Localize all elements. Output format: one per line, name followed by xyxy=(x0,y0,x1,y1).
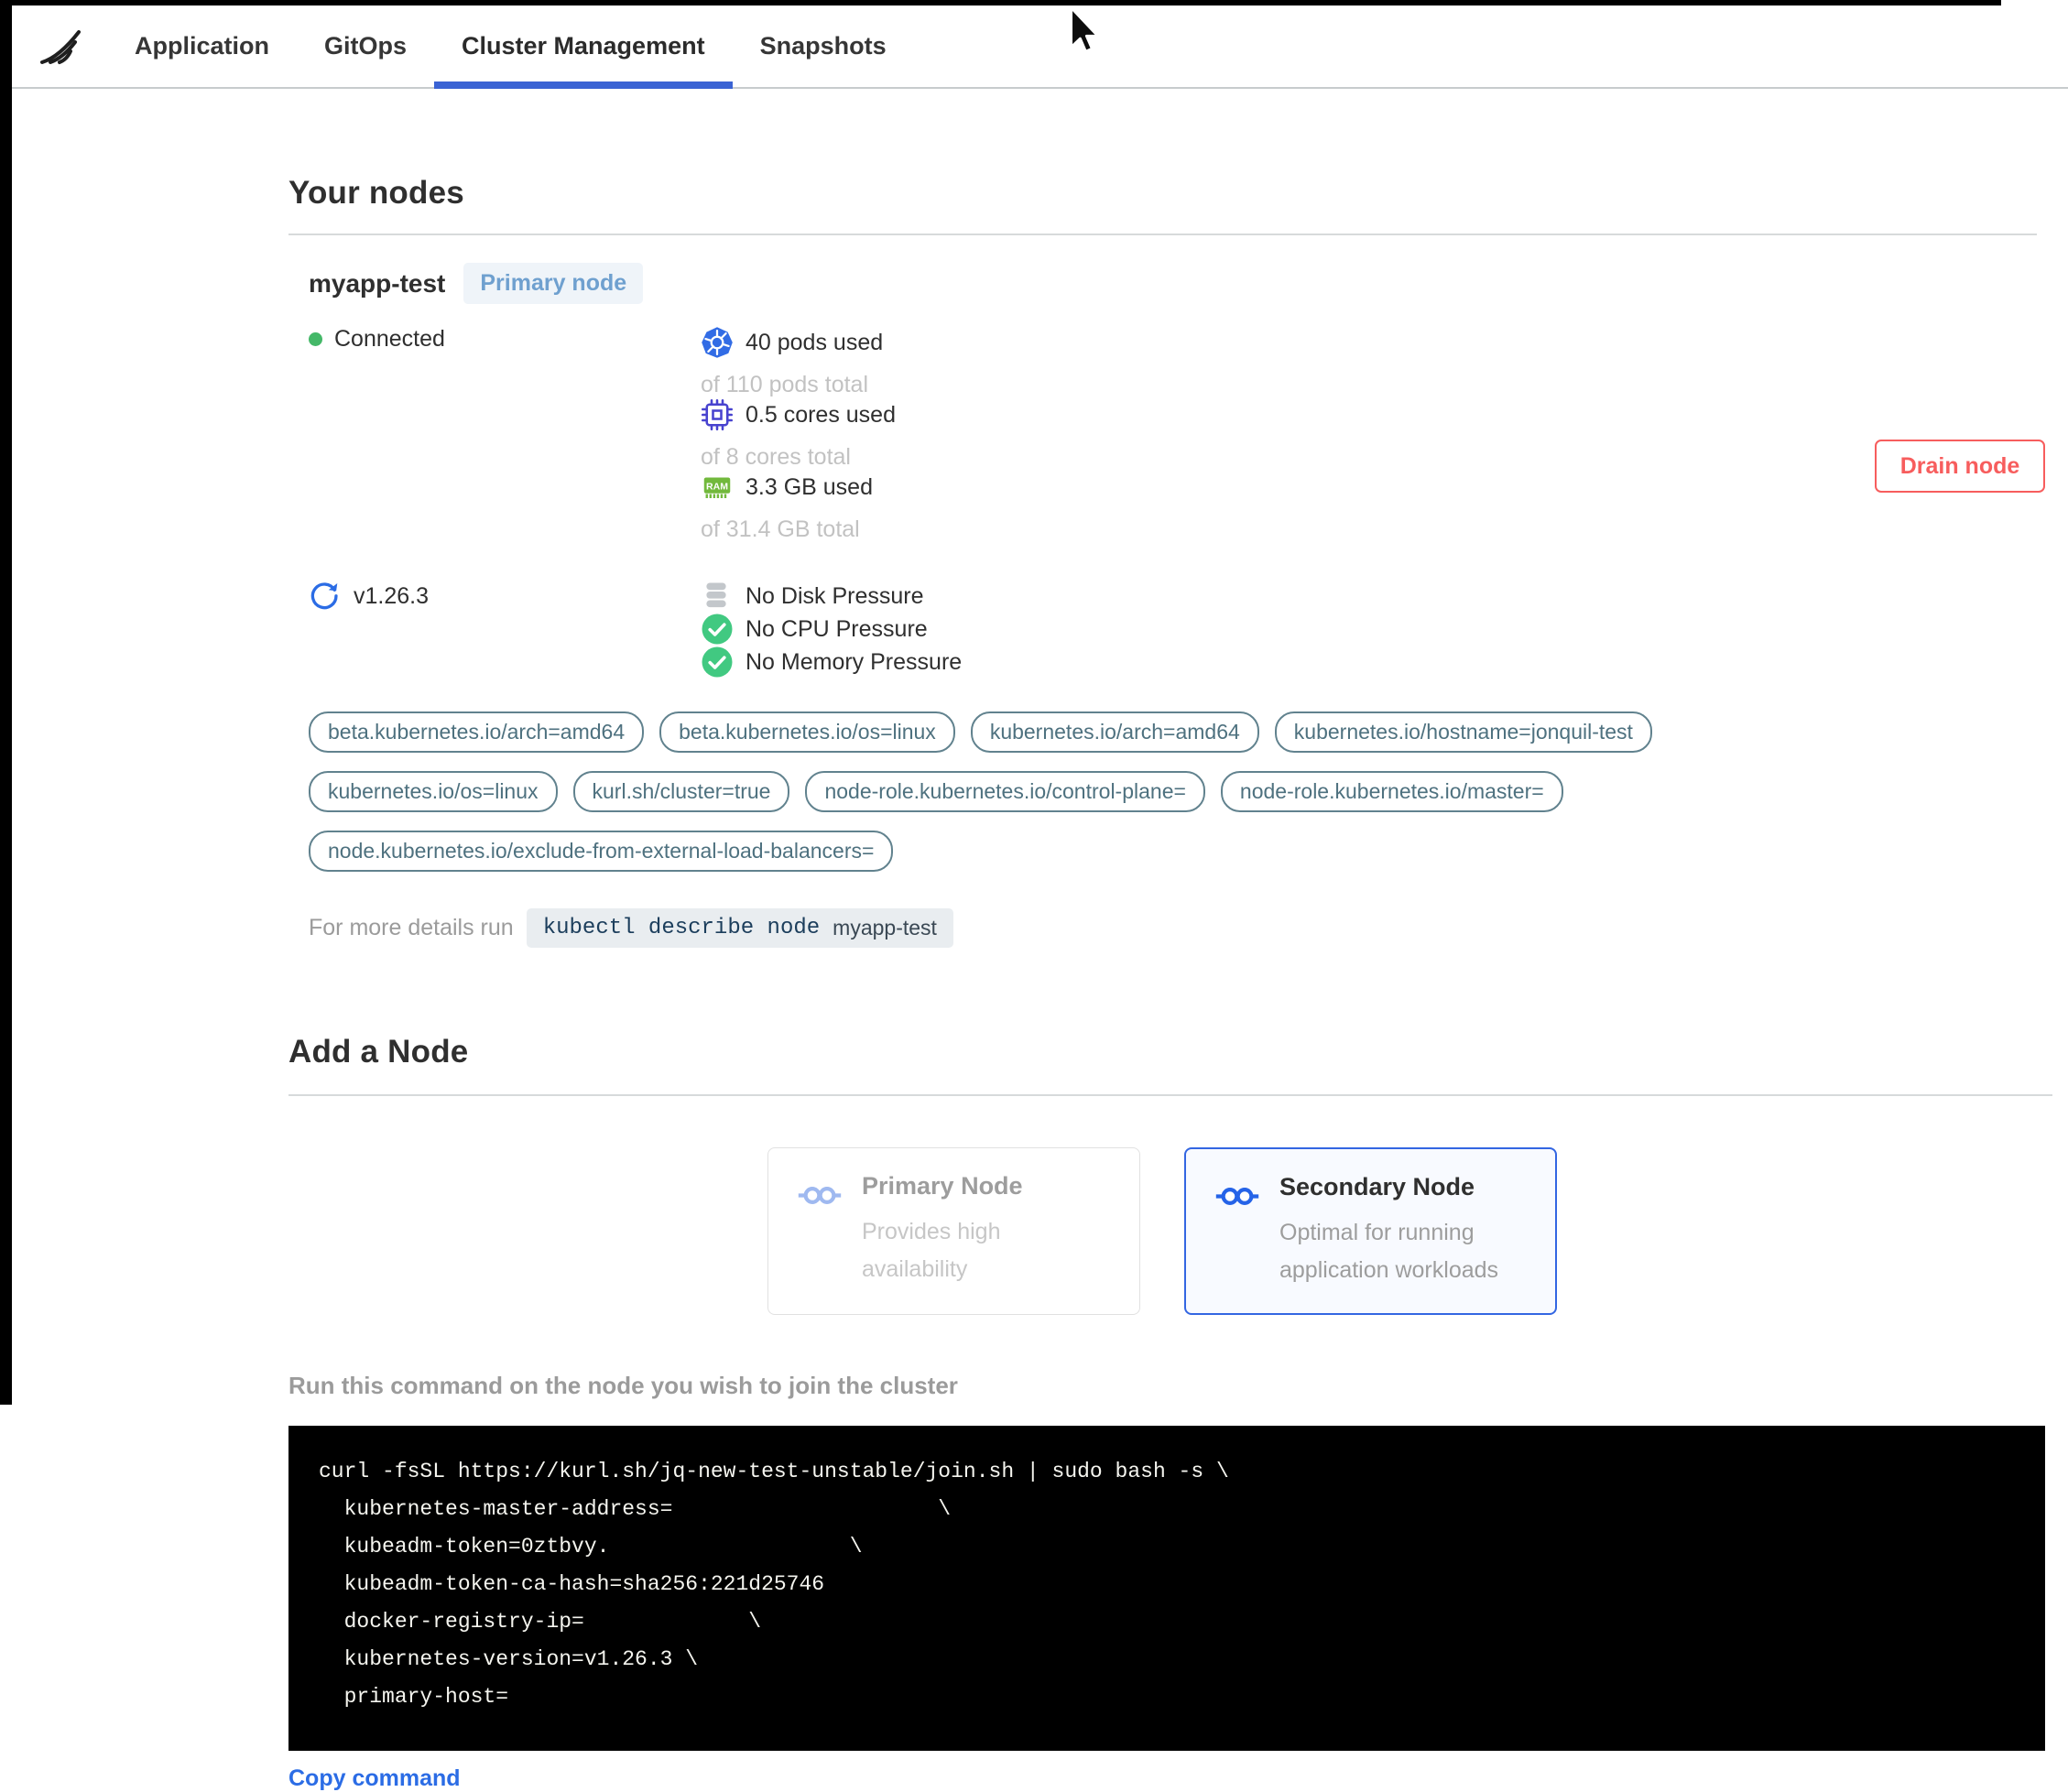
node-type-title: Primary Node xyxy=(862,1172,1023,1200)
window-top-edge xyxy=(0,0,2001,5)
usage-total: of 31.4 GB total xyxy=(701,516,860,542)
node-label-pill: node.kubernetes.io/exclude-from-external… xyxy=(309,831,894,872)
condition-label: No Memory Pressure xyxy=(746,648,963,675)
kubectl-command-chip: kubectl describe node myapp-test xyxy=(526,908,953,948)
node-type-description: Optimal for running application workload… xyxy=(1279,1220,1499,1283)
usage-stat: RAM 3.3 GB used of 31.4 GB total xyxy=(701,471,1090,543)
node-name: myapp-test xyxy=(309,268,446,298)
node-condition: No Memory Pressure xyxy=(701,646,1090,679)
usage-value: 40 pods used xyxy=(746,329,884,355)
kubernetes-icon xyxy=(701,326,734,359)
disk-icon xyxy=(701,580,734,613)
node-usage-stats: 40 pods used of 110 pods total 0.5 cores… xyxy=(701,326,1090,543)
replicated-logo-icon xyxy=(38,22,87,71)
node-version: v1.26.3 xyxy=(309,580,701,679)
node-label-pill: beta.kubernetes.io/arch=amd64 xyxy=(309,711,645,753)
nav-tab-snapshots[interactable]: Snapshots xyxy=(733,5,914,87)
cpu-icon xyxy=(701,398,734,431)
node-details-line: For more details run kubectl describe no… xyxy=(309,908,2052,948)
node-header: myapp-test Primary node xyxy=(309,263,2052,304)
primary-node-badge: Primary node xyxy=(463,263,644,304)
node-label-pill: beta.kubernetes.io/os=linux xyxy=(659,711,955,753)
node-type-card-primary-node[interactable]: Primary Node Provides high availability xyxy=(767,1147,1140,1315)
usage-value: 3.3 GB used xyxy=(746,473,873,500)
copy-command-link[interactable]: Copy command xyxy=(288,1765,461,1792)
node-conditions: No Disk Pressure No CPU Pressure No Memo… xyxy=(701,580,1090,679)
node-condition: No Disk Pressure xyxy=(701,580,1090,613)
node-label-pill: kubernetes.io/os=linux xyxy=(309,771,558,812)
section-divider xyxy=(288,234,2037,235)
nav-tab-application[interactable]: Application xyxy=(107,5,297,87)
version-icon xyxy=(309,580,342,613)
node-label-pill: node-role.kubernetes.io/control-plane= xyxy=(805,771,1205,812)
join-instruction: Run this command on the node you wish to… xyxy=(288,1372,958,1399)
node-link-icon xyxy=(798,1183,842,1214)
usage-total: of 8 cores total xyxy=(701,444,851,470)
nav-tab-gitops[interactable]: GitOps xyxy=(297,5,434,87)
condition-label: No Disk Pressure xyxy=(746,582,924,609)
details-prefix: For more details run xyxy=(309,915,514,940)
svg-text:RAM: RAM xyxy=(706,481,728,492)
node-type-options: Primary Node Provides high availability … xyxy=(767,1147,2052,1315)
node-type-card-secondary-node[interactable]: Secondary Node Optimal for running appli… xyxy=(1184,1147,1557,1315)
usage-value: 0.5 cores used xyxy=(746,401,896,428)
node-condition: No CPU Pressure xyxy=(701,613,1090,646)
node-card: myapp-test Primary node Connected 40 pod… xyxy=(288,263,2052,948)
add-node-heading: Add a Node xyxy=(288,1034,469,1070)
connected-label: Connected xyxy=(334,326,445,352)
version-label: v1.26.3 xyxy=(354,582,430,609)
kubectl-command: kubectl describe node xyxy=(542,916,821,940)
condition-label: No CPU Pressure xyxy=(746,615,928,642)
node-label-pill: kurl.sh/cluster=true xyxy=(572,771,790,812)
node-type-description: Provides high availability xyxy=(862,1219,1001,1282)
usage-total: of 110 pods total xyxy=(701,372,869,397)
section-divider xyxy=(288,1094,2052,1096)
node-label-pill: kubernetes.io/hostname=jonquil-test xyxy=(1274,711,1652,753)
node-status: Connected xyxy=(309,326,701,543)
connected-status-icon xyxy=(309,332,322,346)
node-conditions-row: v1.26.3 No Disk Pressure No CPU Pressure… xyxy=(309,580,2052,679)
drain-node-button[interactable]: Drain node xyxy=(1875,440,2045,493)
usage-stat: 40 pods used of 110 pods total xyxy=(701,326,1090,398)
node-stats-row: Connected 40 pods used of 110 pods total… xyxy=(309,326,2052,543)
nav-tab-cluster-management[interactable]: Cluster Management xyxy=(434,5,733,89)
cluster-management-page: Your nodes myapp-test Primary node Conne… xyxy=(288,89,2052,1792)
node-label-pill: node-role.kubernetes.io/master= xyxy=(1220,771,1563,812)
nav-tabs: Application GitOps Cluster Management Sn… xyxy=(107,5,914,89)
window-left-edge xyxy=(0,0,12,1405)
node-label-pill: kubernetes.io/arch=amd64 xyxy=(970,711,1259,753)
usage-stat: 0.5 cores used of 8 cores total xyxy=(701,398,1090,471)
node-link-icon xyxy=(1215,1184,1259,1215)
your-nodes-heading: Your nodes xyxy=(288,175,464,211)
ram-icon: RAM xyxy=(701,471,734,504)
kubectl-command-node: myapp-test xyxy=(833,916,937,939)
node-type-title: Secondary Node xyxy=(1279,1173,1475,1200)
node-labels: beta.kubernetes.io/arch=amd64 beta.kuber… xyxy=(309,711,1765,872)
check-circle-icon xyxy=(701,613,734,646)
top-navigation: Application GitOps Cluster Management Sn… xyxy=(12,5,2068,89)
join-command-codeblock: curl -fsSL https://kurl.sh/jq-new-test-u… xyxy=(288,1426,2045,1751)
check-circle-icon xyxy=(701,646,734,679)
